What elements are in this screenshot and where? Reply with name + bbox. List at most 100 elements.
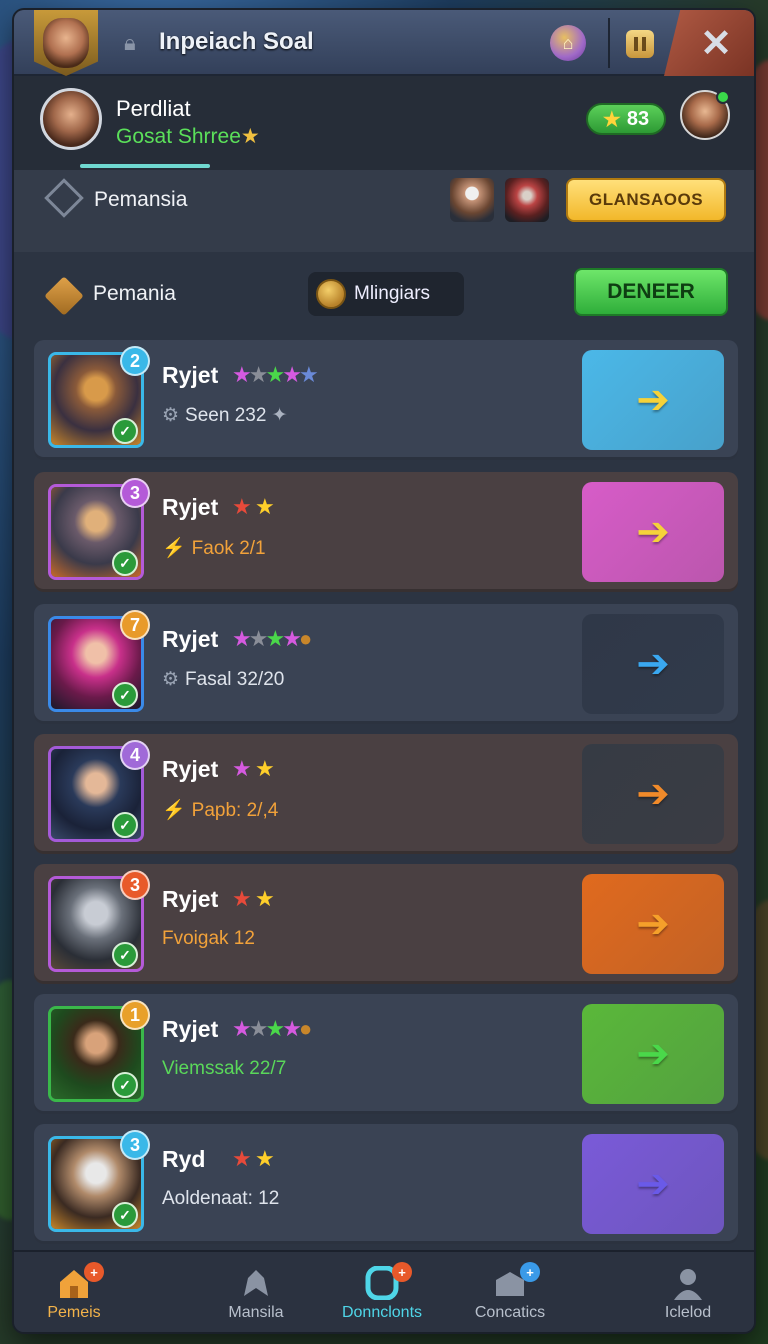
close-button[interactable]: ✕ (664, 10, 754, 76)
puzzle-icon: ➔ (636, 772, 670, 816)
star-icon: ★ (232, 494, 252, 519)
hero-name: Ryjet (162, 756, 219, 782)
star-icon: ★ (254, 886, 275, 911)
hero-row[interactable]: 3 ✓ Ryjet ★ ★ Fvoigak 12 ➔ (34, 864, 738, 984)
star-icon: ★ (232, 362, 252, 387)
profile-header: Perdliat Gosat Shrree★ ★ 83 (14, 76, 754, 170)
notification-badge: + (84, 1262, 104, 1282)
hero-name: Ryjet (162, 494, 219, 520)
person-icon (670, 1266, 706, 1300)
check-icon: ✓ (112, 682, 138, 708)
hero-stat-value: Viemssak 22/7 (162, 1058, 287, 1079)
check-icon: ✓ (112, 1202, 138, 1228)
hero-row[interactable]: 1 ✓ Ryjet ★★★★● Viemssak 22/7 ➔ (34, 994, 738, 1114)
divider (608, 18, 610, 68)
star-icon: ★ (248, 626, 269, 651)
star-icon: ★ (254, 1146, 275, 1171)
level-badge: 7 (120, 610, 150, 640)
bottom-nav: + Pemeis Mansila + Donnclonts + Concatic… (14, 1250, 754, 1332)
notification-badge: + (520, 1262, 540, 1282)
nav-label: Mansila (228, 1304, 284, 1321)
ring-icon: + (364, 1262, 412, 1301)
hero-stat: ⚙ Seen 232 ✦ (162, 404, 288, 427)
puzzle-icon: ➔ (636, 1032, 670, 1076)
hero-stat-value: Aoldenaat: 12 (162, 1188, 280, 1209)
nav-item-donnclonts[interactable]: + Donnclonts (322, 1262, 442, 1322)
avatar[interactable] (40, 88, 102, 150)
hero-row[interactable]: 2 ✓ Ryjet ★★★★★ ⚙ Seen 232 ✦ ➔ (34, 340, 738, 460)
level-badge: 3 (120, 1130, 150, 1160)
hero-stat: Viemssak 22/7 (162, 1058, 286, 1080)
player-badge[interactable] (34, 10, 98, 76)
puzzle-icon: ➔ (636, 510, 670, 554)
nav-item-home[interactable]: + Pemeis (14, 1262, 134, 1322)
star-icon: ● (298, 1016, 312, 1041)
hero-stat: ⚙ Fasal 32/20 (162, 668, 284, 691)
nav-label: Pemeis (47, 1304, 101, 1321)
portrait-icon (43, 18, 89, 68)
enter-button[interactable]: DENEER (574, 268, 728, 316)
rune-icon (44, 276, 84, 316)
star-icon: ★ (232, 1146, 252, 1171)
nav-item-mansila[interactable]: Mansila (196, 1266, 316, 1322)
hero-row[interactable]: 4 ✓ Ryjet ★ ★ ⚡ Papb: 2/,4 ➔ (34, 734, 738, 854)
upgrade-button[interactable]: ➔ (582, 482, 724, 582)
score-pill[interactable]: ★ 83 (586, 103, 666, 135)
nav-label: Iclelod (664, 1304, 712, 1321)
hero-row[interactable]: 3 ✓ Ryd ★ ★ Aoldenaat: 12 ➔ (34, 1124, 738, 1244)
rating-stars: ★ ★ (232, 886, 275, 912)
puzzle-icon: ➔ (636, 642, 670, 686)
dragon-icon (238, 1266, 274, 1300)
currency-chip[interactable]: Mlingiars (308, 272, 464, 316)
active-tab-indicator (80, 164, 210, 168)
rating-stars: ★★★★● (232, 1016, 312, 1042)
profile-subtitle: Gosat Shrree★ (116, 124, 260, 149)
hero-row[interactable]: 3 ✓ Ryjet ★ ★ ⚡ Faok 2/1 ➔ (34, 472, 738, 592)
lock-icon: 🔒︎ (124, 30, 136, 55)
upgrade-button[interactable]: ➔ (582, 614, 724, 714)
check-icon: ✓ (112, 1072, 138, 1098)
upgrade-button[interactable]: ➔ (582, 1134, 724, 1234)
flame-icon: ⚡ (162, 800, 186, 821)
home-icon: + (56, 1262, 104, 1300)
gear-icon: ⚙ (162, 405, 180, 426)
star-icon: ★ (232, 626, 252, 651)
hero-stat: ⚡ Faok 2/1 (162, 536, 266, 560)
hero-stat-value: Fvoigak 12 (162, 928, 255, 949)
star-icon: ★ (265, 362, 285, 387)
level-badge: 1 (120, 1000, 150, 1030)
hero-row[interactable]: 7 ✓ Ryjet ★★★★● ⚙ Fasal 32/20 ➔ (34, 604, 738, 724)
team-member-avatar[interactable] (450, 178, 494, 222)
star-icon: ★ (248, 362, 269, 387)
hero-stat-value: Papb: 2/,4 (191, 800, 279, 821)
star-icon: ★ (254, 756, 275, 781)
level-badge: 4 (120, 740, 150, 770)
hero-stat-suffix: ✦ (266, 405, 288, 426)
hero-stat-value: Seen 232 (185, 405, 267, 426)
cart-icon: + (492, 1262, 540, 1300)
rating-stars: ★ ★ (232, 1146, 275, 1172)
window-title: Inpeiach Soal (159, 28, 314, 55)
upgrade-button[interactable]: ➔ (582, 350, 724, 450)
hero-name: Ryjet (162, 362, 219, 388)
title-bar: 🔒︎ Inpeiach Soal ⌂ ✕ (14, 10, 754, 76)
star-icon: ★ (248, 1016, 269, 1041)
star-icon: ★ (254, 494, 275, 519)
star-icon: ★ (232, 1016, 252, 1041)
star-icon: ★ (282, 1016, 302, 1041)
upgrade-button[interactable]: ➔ (582, 874, 724, 974)
gem-shop-icon[interactable]: ⌂ (550, 25, 586, 61)
notification-badge: + (392, 1262, 412, 1282)
pause-button[interactable] (626, 30, 654, 58)
coin-icon (316, 279, 346, 309)
nav-item-concatics[interactable]: + Concatics (450, 1262, 570, 1322)
hero-stat-value: Faok 2/1 (191, 538, 266, 559)
team-action-button[interactable]: GLANSAOOS (566, 178, 726, 222)
nav-item-profile[interactable]: Iclelod (628, 1266, 748, 1322)
upgrade-button[interactable]: ➔ (582, 744, 724, 844)
team-label: Pemansia (94, 188, 188, 211)
star-icon: ★ (282, 362, 302, 387)
upgrade-button[interactable]: ➔ (582, 1004, 724, 1104)
team-member-avatar[interactable] (505, 178, 549, 222)
hero-name: Ryjet (162, 626, 219, 652)
